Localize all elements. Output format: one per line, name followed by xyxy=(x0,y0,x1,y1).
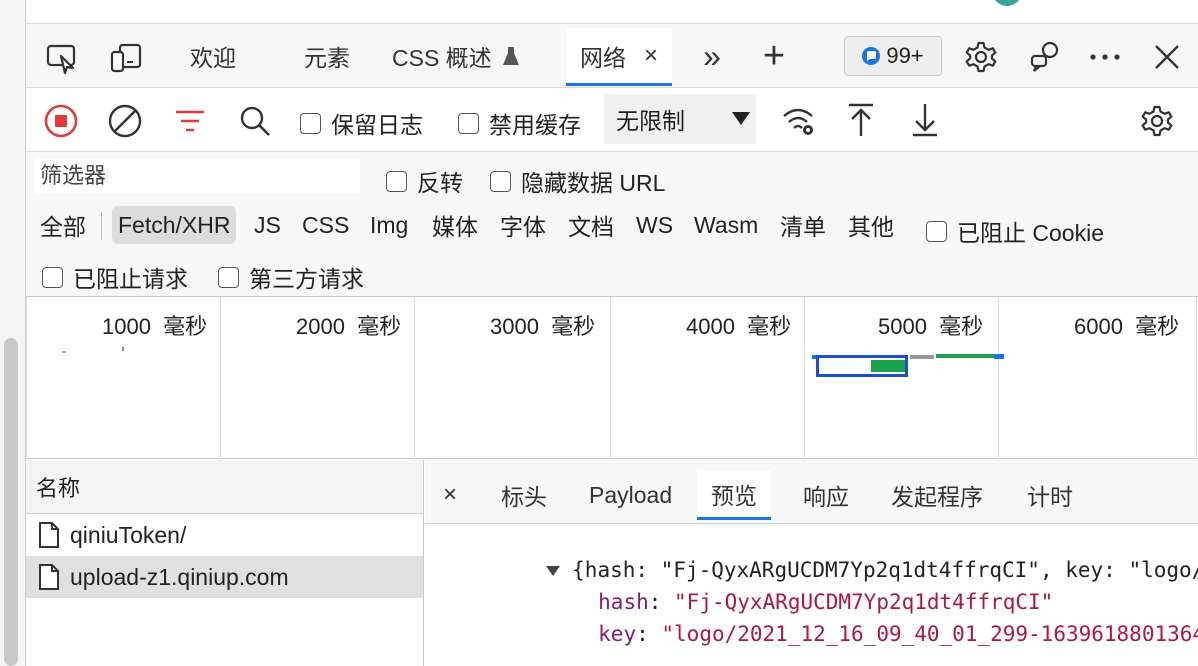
record-stop-icon[interactable] xyxy=(42,102,80,140)
overview-gridline xyxy=(414,297,415,459)
overview-request-bar xyxy=(910,355,934,359)
request-row[interactable]: qiniuToken/ xyxy=(26,514,423,556)
network-toolbar: 保留日志 禁用缓存 无限制 xyxy=(26,88,1198,152)
tab-network[interactable]: 网络 × xyxy=(566,28,673,86)
type-filter-manifest[interactable]: 清单 xyxy=(774,206,832,244)
overview-request-mark xyxy=(62,351,66,353)
type-filter-ws[interactable]: WS xyxy=(630,206,679,244)
add-tab-icon[interactable]: + xyxy=(754,35,794,77)
tab-initiator[interactable]: 发起程序 xyxy=(877,470,997,520)
hide-data-urls-checkbox[interactable]: 隐藏数据 URL xyxy=(490,164,665,198)
more-options-icon[interactable] xyxy=(1086,38,1124,76)
import-har-icon[interactable] xyxy=(842,100,880,140)
overview-gridline xyxy=(610,297,611,459)
chevron-down-icon xyxy=(732,112,750,125)
type-filter-img[interactable]: Img xyxy=(364,206,414,244)
overview-tick-label: 4000 毫秒 xyxy=(686,314,792,339)
filter-input[interactable] xyxy=(34,158,360,194)
type-filter-fetch-xhr[interactable]: Fetch/XHR xyxy=(112,206,237,244)
type-filter-doc[interactable]: 文档 xyxy=(562,206,620,244)
network-settings-gear-icon[interactable] xyxy=(1138,102,1176,140)
json-property-key: key: "logo/2021_12_16_09_40_01_299-16396… xyxy=(598,622,1198,646)
inspect-icon[interactable] xyxy=(42,40,82,76)
overview-gridline xyxy=(804,297,805,459)
tab-timing[interactable]: 计时 xyxy=(1013,470,1087,520)
close-tab-icon[interactable]: × xyxy=(644,42,658,70)
tab-css-overview[interactable]: CSS 概述 xyxy=(392,38,520,74)
tab-response[interactable]: 响应 xyxy=(789,470,863,520)
overview-tick-label: 3000 毫秒 xyxy=(490,314,596,339)
overview-tick-label: 6000 毫秒 xyxy=(1074,314,1180,339)
overview-gridline xyxy=(1196,297,1197,459)
close-devtools-icon[interactable] xyxy=(1148,38,1186,76)
tab-payload[interactable]: Payload xyxy=(575,470,686,520)
overview-tick-label: 1000 毫秒 xyxy=(102,314,208,339)
type-filter-media[interactable]: 媒体 xyxy=(426,206,484,244)
issues-icon xyxy=(862,47,881,65)
tab-elements[interactable]: 元素 xyxy=(304,38,350,74)
more-tabs-icon[interactable]: » xyxy=(694,38,730,74)
type-filter-js[interactable]: JS xyxy=(248,206,287,244)
request-detail-pane: × 标头 Payload 预览 响应 发起程序 计时 {hash: "Fj-Qy… xyxy=(425,460,1198,666)
request-row[interactable]: upload-z1.qiniup.com xyxy=(26,556,423,598)
overview-gridline xyxy=(998,297,999,459)
overview-request-bar xyxy=(816,355,908,377)
type-filter-wasm[interactable]: Wasm xyxy=(688,206,764,244)
disable-cache-checkbox[interactable]: 禁用缓存 xyxy=(458,106,581,140)
feedback-icon[interactable] xyxy=(1026,38,1064,76)
settings-gear-icon[interactable] xyxy=(962,38,1000,76)
overview-gridline xyxy=(220,297,221,459)
name-column-header[interactable]: 名称 xyxy=(26,460,423,514)
tab-preview[interactable]: 预览 xyxy=(697,470,771,520)
browser-top-strip xyxy=(26,0,1198,24)
device-toolbar-icon[interactable] xyxy=(106,40,146,76)
json-preview: {hash: "Fj-QyxARgUCDM7Yp2q1dt4ffrqCI", k… xyxy=(425,524,1198,666)
detail-tabbar: × 标头 Payload 预览 响应 发起程序 计时 xyxy=(425,460,1198,524)
overview-tick-label: 5000 毫秒 xyxy=(878,314,984,339)
close-detail-icon[interactable]: × xyxy=(429,470,471,520)
type-filter-css[interactable]: CSS xyxy=(296,206,355,244)
filter-icon[interactable] xyxy=(172,104,208,138)
clear-icon[interactable] xyxy=(106,102,144,140)
experiment-flask-icon xyxy=(502,47,519,65)
overview-request-bar xyxy=(936,354,994,358)
blocked-cookies-checkbox[interactable]: 已阻止 Cookie xyxy=(926,214,1104,248)
file-icon xyxy=(39,564,59,590)
overview-gridline xyxy=(26,297,27,459)
scrollbar[interactable] xyxy=(4,338,18,666)
network-overview[interactable]: 1000 毫秒 2000 毫秒 3000 毫秒 4000 毫秒 5000 毫秒 … xyxy=(26,297,1198,459)
preserve-log-checkbox[interactable]: 保留日志 xyxy=(300,106,423,140)
devtools-panel: 欢迎 元素 CSS 概述 网络 × » + 99+ 保留日志 禁用缓存 无限制 … xyxy=(26,24,1198,666)
throttling-select[interactable]: 无限制 xyxy=(604,94,756,144)
export-har-icon[interactable] xyxy=(906,100,944,140)
invert-checkbox[interactable]: 反转 xyxy=(386,164,463,198)
type-filter-font[interactable]: 字体 xyxy=(494,206,552,244)
avatar xyxy=(992,0,1022,6)
issues-badge[interactable]: 99+ xyxy=(844,36,942,76)
devtools-tabbar: 欢迎 元素 CSS 概述 网络 × » + 99+ xyxy=(26,24,1198,88)
type-filter-separator xyxy=(101,212,102,240)
blocked-requests-checkbox[interactable]: 已阻止请求 xyxy=(42,260,188,294)
overview-tick-label: 2000 毫秒 xyxy=(296,314,402,339)
type-filter-all[interactable]: 全部 xyxy=(34,206,92,244)
third-party-requests-checkbox[interactable]: 第三方请求 xyxy=(218,260,364,294)
requests-list: 名称 qiniuToken/ upload-z1.qiniup.com xyxy=(26,460,424,666)
search-icon[interactable] xyxy=(236,102,274,140)
file-icon xyxy=(39,522,59,548)
filter-bar: 反转 隐藏数据 URL 全部 Fetch/XHR JS CSS Img 媒体 字… xyxy=(26,152,1198,297)
tab-headers[interactable]: 标头 xyxy=(487,470,561,520)
type-filter-other[interactable]: 其他 xyxy=(842,206,900,244)
left-gutter xyxy=(0,0,26,666)
tab-welcome[interactable]: 欢迎 xyxy=(190,38,236,74)
network-conditions-icon[interactable] xyxy=(780,102,818,140)
overview-request-mark xyxy=(122,347,124,351)
